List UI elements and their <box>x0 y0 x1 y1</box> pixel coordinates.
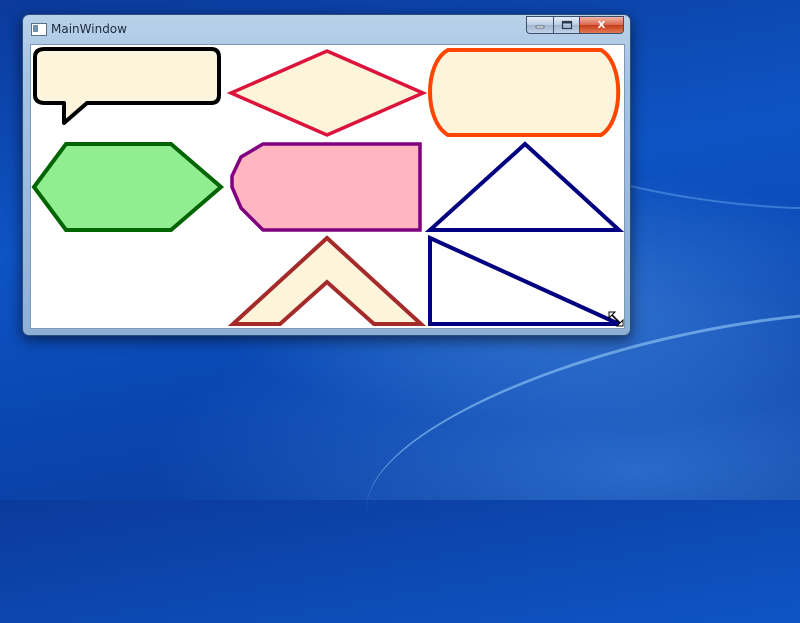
main-window: MainWindow X <box>22 14 631 336</box>
diamond-shape <box>226 49 428 137</box>
maximize-icon <box>561 20 572 30</box>
title-bar[interactable]: MainWindow X <box>23 15 630 43</box>
minimize-button[interactable] <box>526 16 553 34</box>
resize-diagonal-icon[interactable] <box>608 311 624 327</box>
pill-shape <box>428 48 621 137</box>
chevron-shape <box>227 235 427 326</box>
window-title: MainWindow <box>51 22 127 36</box>
close-icon: X <box>597 19 606 31</box>
callout-shape <box>33 47 221 125</box>
maximize-button[interactable] <box>553 16 580 34</box>
window-client-area <box>30 44 625 329</box>
minimize-icon <box>535 25 545 29</box>
right-triangle-shape <box>428 234 620 326</box>
tag-shape <box>230 142 422 232</box>
hexagon-shape <box>31 142 225 232</box>
caption-buttons: X <box>526 16 624 35</box>
triangle-shape <box>424 141 624 232</box>
shapes-canvas <box>31 47 624 326</box>
close-button[interactable]: X <box>580 16 624 34</box>
app-window-icon[interactable] <box>31 23 47 36</box>
